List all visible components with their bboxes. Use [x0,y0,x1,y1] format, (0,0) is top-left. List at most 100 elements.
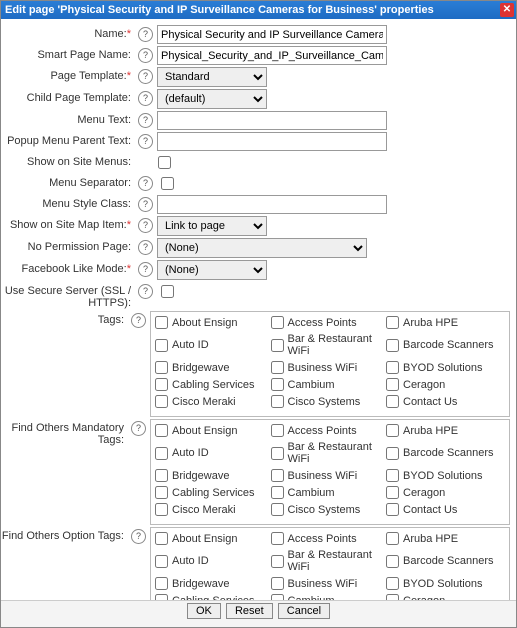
tag-item[interactable]: Auto ID [155,331,271,359]
tag-item[interactable]: Cambium [271,484,387,501]
name-input[interactable] [157,25,387,44]
help-icon[interactable]: ? [131,421,146,436]
tag-checkbox[interactable] [271,532,284,545]
tag-item[interactable]: About Ensign [155,530,271,547]
tag-item[interactable]: Ceragon [386,376,502,393]
tag-item[interactable]: Barcode Scanners [386,439,502,467]
smart-name-input[interactable] [157,46,387,65]
help-icon[interactable]: ? [138,262,153,277]
tag-item[interactable]: Barcode Scanners [386,331,502,359]
opt-tags-box[interactable]: About EnsignAccess PointsAruba HPE Auto I… [150,527,510,603]
help-icon[interactable]: ? [138,113,153,128]
tag-checkbox[interactable] [386,447,399,460]
help-icon[interactable]: ? [138,240,153,255]
tag-item[interactable]: Access Points [271,530,387,547]
tag-checkbox[interactable] [386,532,399,545]
menu-style-input[interactable] [157,195,387,214]
tag-item[interactable]: Cisco Systems [271,501,387,518]
tag-item[interactable]: About Ensign [155,314,271,331]
help-icon[interactable]: ? [138,27,153,42]
reset-button[interactable]: Reset [226,603,273,619]
tag-checkbox[interactable] [155,486,168,499]
tag-checkbox[interactable] [155,395,168,408]
tag-checkbox[interactable] [386,424,399,437]
tag-item[interactable]: Cabling Services [155,484,271,501]
help-icon[interactable]: ? [138,69,153,84]
tag-item[interactable]: Aruba HPE [386,314,502,331]
close-icon[interactable]: ✕ [500,3,514,17]
tag-item[interactable]: Cabling Services [155,376,271,393]
tag-item[interactable]: Bar & Restaurant WiFi [271,547,387,575]
help-icon[interactable]: ? [131,313,146,328]
tag-item[interactable]: Access Points [271,422,387,439]
tag-checkbox[interactable] [155,447,168,460]
tag-item[interactable]: Bridgewave [155,575,271,592]
sitemap-select[interactable]: Link to page [157,216,267,236]
tag-checkbox[interactable] [386,577,399,590]
noperm-select[interactable]: (None) [157,238,367,258]
tag-checkbox[interactable] [271,555,284,568]
help-icon[interactable]: ? [131,529,146,544]
tag-item[interactable]: About Ensign [155,422,271,439]
cancel-button[interactable]: Cancel [278,603,330,619]
tag-checkbox[interactable] [271,503,284,516]
tag-checkbox[interactable] [155,503,168,516]
tag-checkbox[interactable] [386,555,399,568]
mand-tags-box[interactable]: About EnsignAccess PointsAruba HPEAuto I… [150,419,510,525]
tag-item[interactable]: Cisco Meraki [155,501,271,518]
tag-checkbox[interactable] [386,395,399,408]
tag-item[interactable]: Cisco Meraki [155,393,271,410]
tag-checkbox[interactable] [155,378,168,391]
tag-checkbox[interactable] [271,395,284,408]
tag-item[interactable]: BYOD Solutions [386,575,502,592]
tag-item[interactable]: Auto ID [155,439,271,467]
tag-item[interactable]: Ceragon [386,484,502,501]
popup-parent-input[interactable] [157,132,387,151]
help-icon[interactable]: ? [138,197,153,212]
tag-checkbox[interactable] [271,424,284,437]
tag-checkbox[interactable] [386,486,399,499]
tag-checkbox[interactable] [155,577,168,590]
tag-checkbox[interactable] [155,424,168,437]
tag-item[interactable]: Business WiFi [271,359,387,376]
tag-checkbox[interactable] [271,316,284,329]
tag-item[interactable]: Auto ID [155,547,271,575]
help-icon[interactable]: ? [138,91,153,106]
tag-checkbox[interactable] [155,469,168,482]
tag-checkbox[interactable] [271,486,284,499]
tag-checkbox[interactable] [386,361,399,374]
tag-item[interactable]: Business WiFi [271,575,387,592]
tag-checkbox[interactable] [386,503,399,516]
menu-sep-checkbox[interactable] [161,177,174,190]
tag-item[interactable]: Cambium [271,376,387,393]
help-icon[interactable]: ? [138,134,153,149]
tag-checkbox[interactable] [271,469,284,482]
tag-item[interactable]: Contact Us [386,501,502,518]
tag-item[interactable]: BYOD Solutions [386,359,502,376]
help-icon[interactable]: ? [138,218,153,233]
tag-checkbox[interactable] [386,378,399,391]
tag-item[interactable]: Bar & Restaurant WiFi [271,439,387,467]
tag-checkbox[interactable] [155,361,168,374]
tag-checkbox[interactable] [155,339,168,352]
tag-item[interactable]: Access Points [271,314,387,331]
tag-checkbox[interactable] [155,555,168,568]
menu-text-input[interactable] [157,111,387,130]
tag-checkbox[interactable] [271,378,284,391]
secure-checkbox[interactable] [161,285,174,298]
page-template-select[interactable]: Standard [157,67,267,87]
tag-checkbox[interactable] [386,339,399,352]
tag-item[interactable]: Aruba HPE [386,530,502,547]
tag-item[interactable]: Bridgewave [155,467,271,484]
tag-item[interactable]: Barcode Scanners [386,547,502,575]
tags-box[interactable]: About EnsignAccess PointsAruba HPE Auto I… [150,311,510,417]
tag-checkbox[interactable] [271,339,284,352]
tag-checkbox[interactable] [271,577,284,590]
help-icon[interactable]: ? [138,176,153,191]
show-menus-checkbox[interactable] [158,156,171,169]
tag-item[interactable]: Contact Us [386,393,502,410]
tag-item[interactable]: Cisco Systems [271,393,387,410]
help-icon[interactable]: ? [138,284,153,299]
tag-checkbox[interactable] [271,361,284,374]
tag-checkbox[interactable] [386,469,399,482]
